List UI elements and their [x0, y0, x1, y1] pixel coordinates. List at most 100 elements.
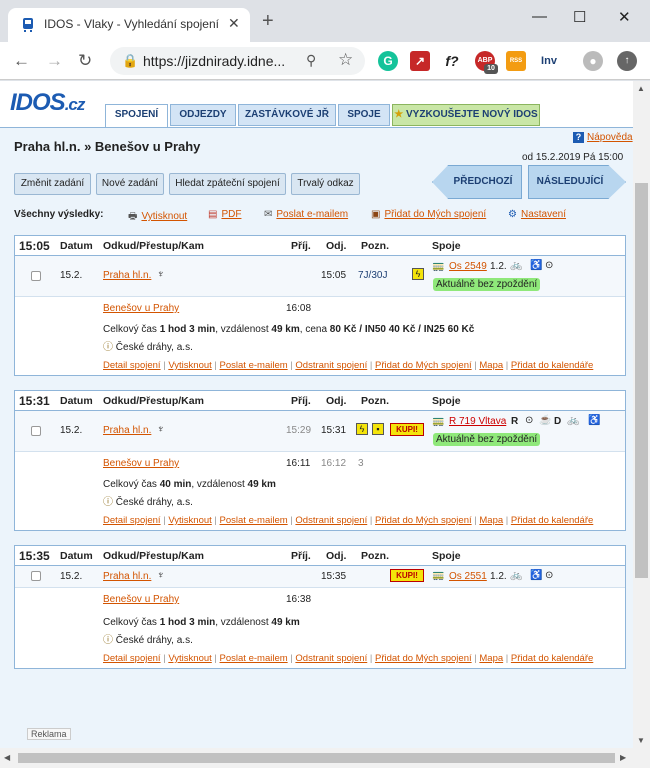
previous-button[interactable]: PŘEDCHOZÍ	[432, 165, 522, 199]
inv-extension-icon[interactable]: Inv	[537, 51, 561, 71]
new-tab-icon[interactable]: +	[262, 11, 274, 31]
tab-odjezdy[interactable]: ODJEZDY	[170, 104, 236, 126]
connection-summary: Celkový čas 40 min, vzdálenost 49 km	[103, 479, 276, 490]
map-link[interactable]: Mapa	[479, 653, 503, 664]
to-station-link[interactable]: Benešov u Prahy	[103, 458, 179, 469]
tab-zastavkove[interactable]: ZASTÁVKOVÉ JŘ	[238, 104, 336, 126]
save-link[interactable]: Přidat do Mých spojení	[375, 515, 472, 526]
detail-link[interactable]: Detail spojení	[103, 360, 161, 371]
station-info-icon[interactable]: ♆	[157, 570, 165, 581]
train-link[interactable]: Os 2551	[449, 571, 487, 582]
platform-destination: 3	[358, 458, 364, 469]
address-bar[interactable]: 🔒 https://jizdnirady.idne... ⚲ ☆	[110, 47, 365, 75]
minimize-icon[interactable]: —	[532, 8, 547, 25]
email-link[interactable]: Poslat e-mailem	[220, 653, 288, 664]
remove-link[interactable]: Odstranit spojení	[295, 515, 367, 526]
buy-ticket-button[interactable]: KUPI!	[390, 569, 424, 582]
scroll-left-icon[interactable]: ◀	[4, 753, 10, 762]
tab-spojeni[interactable]: SPOJENÍ	[105, 104, 168, 128]
scroll-right-icon[interactable]: ▶	[620, 753, 626, 762]
settings-gear-icon: ⚙	[508, 209, 517, 220]
remove-link[interactable]: Odstranit spojení	[295, 653, 367, 664]
horizontal-scroll-thumb[interactable]	[18, 753, 615, 763]
next-button[interactable]: NÁSLEDUJÍCÍ	[528, 165, 626, 199]
to-station-link[interactable]: Benešov u Prahy	[103, 594, 179, 605]
pdf-extension-icon[interactable]: ↗	[410, 51, 430, 71]
pdf-all-link[interactable]: ▤ PDF	[208, 209, 241, 220]
select-checkbox[interactable]	[31, 271, 41, 281]
back-icon[interactable]: ←	[13, 51, 30, 71]
grammarly-icon[interactable]: G	[378, 51, 398, 71]
map-link[interactable]: Mapa	[479, 515, 503, 526]
horizontal-scrollbar[interactable]: ◀ ▶	[0, 748, 650, 768]
distance: 49 km	[271, 324, 300, 335]
vertical-scrollbar[interactable]: ▲ ▼	[633, 81, 650, 748]
email-all-label[interactable]: Poslat e-mailem	[276, 209, 348, 220]
buy-ticket-button[interactable]: KUPI!	[390, 423, 424, 436]
permalink-button[interactable]: Trvalý odkaz	[291, 173, 360, 195]
vertical-scroll-thumb[interactable]	[635, 183, 648, 578]
settings-label[interactable]: Nastavení	[521, 209, 566, 220]
calendar-link[interactable]: Přidat do kalendáře	[511, 360, 593, 371]
from-station-link[interactable]: Praha hl.n.	[103, 425, 151, 436]
train-link[interactable]: R 719 Vltava	[449, 416, 506, 427]
save-link[interactable]: Přidat do Mých spojení	[375, 653, 472, 664]
print-link[interactable]: Vytisknout	[168, 653, 211, 664]
arrival-time: 16:38	[286, 594, 312, 605]
forward-icon[interactable]: →	[46, 51, 63, 71]
from-station-link[interactable]: Praha hl.n.	[103, 270, 151, 281]
close-tab-icon[interactable]: ✕	[228, 15, 240, 32]
calendar-link[interactable]: Přidat do kalendáře	[511, 653, 593, 664]
status-badge: Aktuálně bez zpoždění	[433, 433, 541, 446]
delay-info-icon[interactable]: ϟ	[356, 423, 368, 435]
bookmark-star-icon[interactable]: ☆	[338, 50, 353, 70]
tab-spoje[interactable]: SPOJE	[338, 104, 390, 126]
to-station-link[interactable]: Benešov u Prahy	[103, 303, 179, 314]
browser-tab[interactable]: IDOS - Vlaky - Vyhledání spojení ✕	[8, 8, 250, 42]
pdf-all-label[interactable]: PDF	[221, 209, 241, 220]
tab-novy-idos[interactable]: ★ VYZKOUŠEJTE NOVÝ IDOS	[392, 104, 540, 126]
print-link[interactable]: Vytisknout	[168, 360, 211, 371]
email-link[interactable]: Poslat e-mailem	[220, 515, 288, 526]
help-link[interactable]: ? Nápověda	[573, 132, 633, 143]
save-all-label[interactable]: Přidat do Mých spojení	[384, 209, 486, 220]
close-window-icon[interactable]: ✕	[618, 8, 631, 26]
calendar-link[interactable]: Přidat do kalendáře	[511, 515, 593, 526]
print-link[interactable]: Vytisknout	[168, 515, 211, 526]
scroll-up-icon[interactable]: ▲	[637, 84, 645, 93]
station-info-icon[interactable]: ♆	[157, 269, 165, 280]
scroll-down-icon[interactable]: ▼	[637, 736, 645, 745]
reservation-icon[interactable]: ▪	[372, 423, 384, 435]
station-info-icon[interactable]: ♆	[157, 424, 165, 435]
rss-icon[interactable]: RSS	[506, 51, 526, 71]
from-station-link[interactable]: Praha hl.n.	[103, 571, 151, 582]
print-all-link[interactable]: 🖶 Vytisknout	[128, 209, 187, 226]
idos-logo[interactable]: IDOS.cz	[10, 89, 85, 117]
maximize-icon[interactable]: ☐	[573, 8, 586, 26]
zoom-icon[interactable]: ⚲	[306, 52, 316, 69]
train-link[interactable]: Os 2549	[449, 261, 487, 272]
detail-link[interactable]: Detail spojení	[103, 515, 161, 526]
select-checkbox[interactable]	[31, 426, 41, 436]
map-link[interactable]: Mapa	[479, 360, 503, 371]
save-link[interactable]: Přidat do Mých spojení	[375, 360, 472, 371]
detail-link[interactable]: Detail spojení	[103, 653, 161, 664]
formula-extension-icon[interactable]: f?	[442, 51, 462, 71]
header-note: Pozn.	[361, 395, 389, 407]
reload-icon[interactable]: ↻	[78, 51, 92, 71]
remove-link[interactable]: Odstranit spojení	[295, 360, 367, 371]
summary-distance-label: , vzdálenost	[215, 324, 272, 335]
profile-avatar-icon[interactable]: ●	[583, 51, 603, 71]
delay-info-icon[interactable]: ϟ	[412, 268, 424, 280]
save-all-link[interactable]: ▣ Přidat do Mých spojení	[371, 209, 486, 220]
print-all-label[interactable]: Vytisknout	[141, 211, 187, 222]
email-all-link[interactable]: ✉ Poslat e-mailem	[264, 209, 348, 220]
help-label[interactable]: Nápověda	[587, 132, 633, 143]
email-link[interactable]: Poslat e-mailem	[220, 360, 288, 371]
settings-link[interactable]: ⚙ Nastavení	[508, 209, 566, 220]
new-query-button[interactable]: Nové zadání	[96, 173, 164, 195]
return-search-button[interactable]: Hledat zpáteční spojení	[169, 173, 286, 195]
select-checkbox[interactable]	[31, 571, 41, 581]
change-query-button[interactable]: Změnit zadání	[14, 173, 91, 195]
update-icon[interactable]: ↑	[617, 51, 637, 71]
